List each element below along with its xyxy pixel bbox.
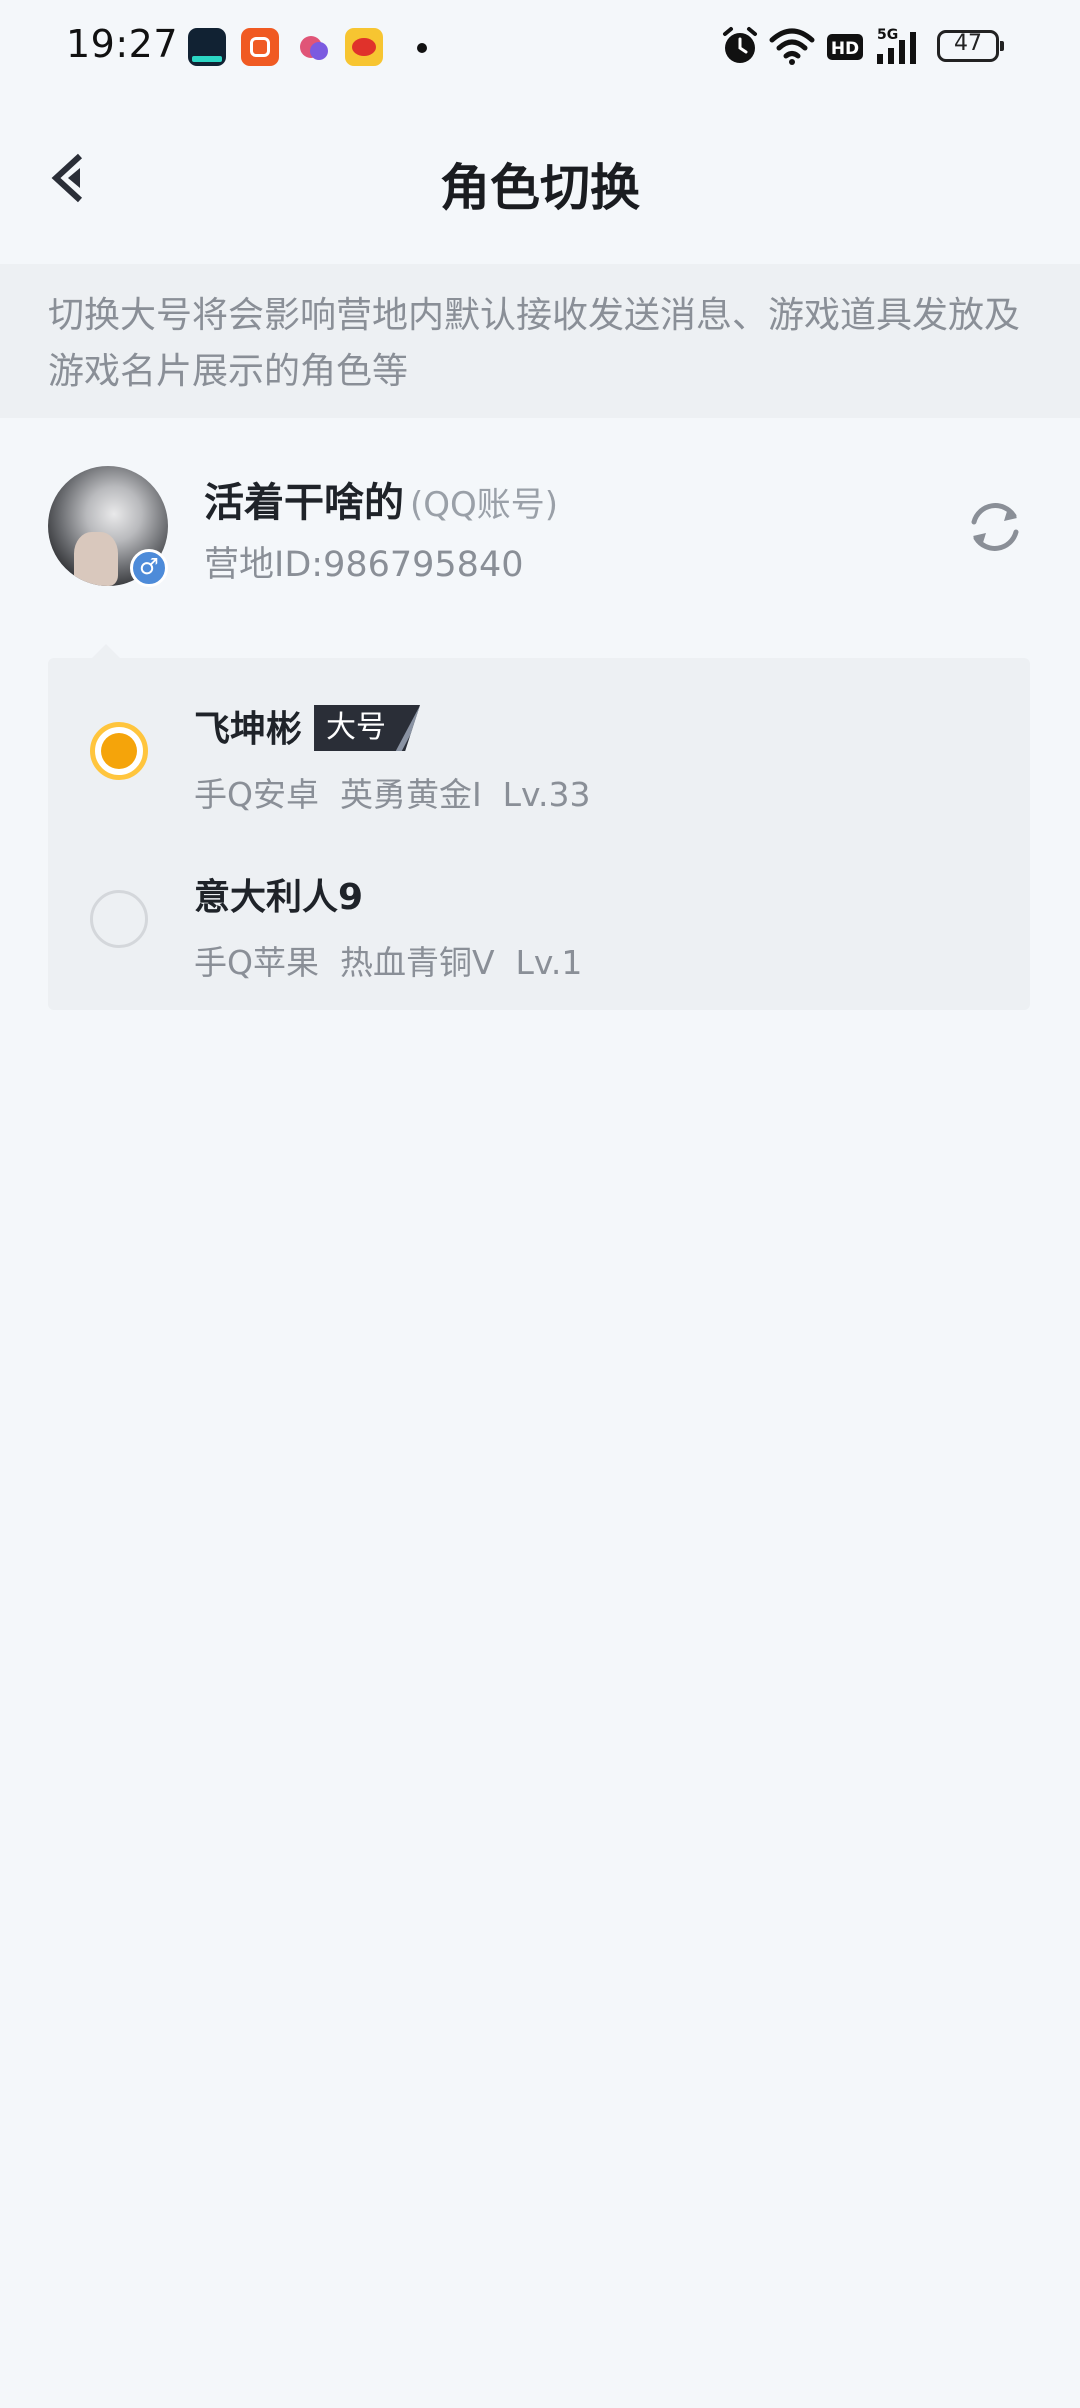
male-gender-icon: ♂ — [130, 549, 168, 587]
radio-selected[interactable] — [90, 722, 148, 780]
page-title: 角色切换 — [440, 159, 640, 217]
account-name-row: 活着干啥的 (QQ账号) — [204, 470, 558, 528]
role-name: 飞坤彬 — [194, 709, 303, 750]
radio-unselected[interactable] — [90, 890, 148, 948]
account-id: 营地ID:986795840 — [204, 545, 524, 585]
main-account-badge: 大号 — [314, 705, 421, 751]
nav-bar: 角色切换 — [0, 96, 1080, 264]
status-bar: 19:27 HD 5G 47 — [0, 0, 1080, 96]
battery-level: 47 — [954, 31, 982, 56]
role-name-row: 意大利人9 — [194, 868, 363, 920]
hd-icon: HD — [827, 34, 863, 60]
account-name: 活着干啥的 — [204, 480, 404, 526]
role-item[interactable]: 意大利人9 手Q苹果 热血青铜V Lv.1 — [48, 834, 1030, 1002]
status-time: 19:27 — [66, 22, 179, 66]
app-icon-3 — [294, 28, 332, 66]
app-icon-2 — [241, 28, 279, 66]
role-info: 手Q苹果 热血青铜V Lv.1 — [194, 943, 583, 982]
battery-icon: 47 — [937, 30, 1004, 62]
account-type: (QQ账号) — [410, 485, 559, 525]
app-icon-1 — [188, 28, 226, 66]
alarm-icon — [723, 27, 757, 63]
account-header: ♂ 活着干啥的 (QQ账号) 营地ID:986795840 — [0, 450, 1080, 600]
wifi-icon — [769, 28, 815, 65]
notice-text: 切换大号将会影响营地内默认接收发送消息、游戏道具发放及游戏名片展示的角色等 — [48, 295, 1021, 392]
role-list: 飞坤彬 大号 手Q安卓 英勇黄金I Lv.33 意大利人9 手Q苹果 热血青铜V … — [48, 644, 1030, 1010]
weibo-icon — [345, 28, 383, 66]
refresh-button[interactable] — [962, 494, 1028, 560]
role-name: 意大利人9 — [194, 877, 364, 918]
svg-text:5G: 5G — [877, 27, 898, 43]
role-info: 手Q安卓 英勇黄金I Lv.33 — [194, 775, 591, 814]
notification-dot-icon — [417, 43, 427, 53]
notice-banner: 切换大号将会影响营地内默认接收发送消息、游戏道具发放及游戏名片展示的角色等 — [0, 264, 1080, 418]
svg-text:HD: HD — [831, 39, 859, 59]
role-item[interactable]: 飞坤彬 大号 手Q安卓 英勇黄金I Lv.33 — [48, 666, 1030, 834]
main-account-badge-label: 大号 — [326, 710, 387, 745]
refresh-icon — [971, 503, 1019, 551]
role-name-row: 飞坤彬 大号 — [194, 700, 421, 754]
signal-5g-icon: 5G — [877, 27, 916, 64]
